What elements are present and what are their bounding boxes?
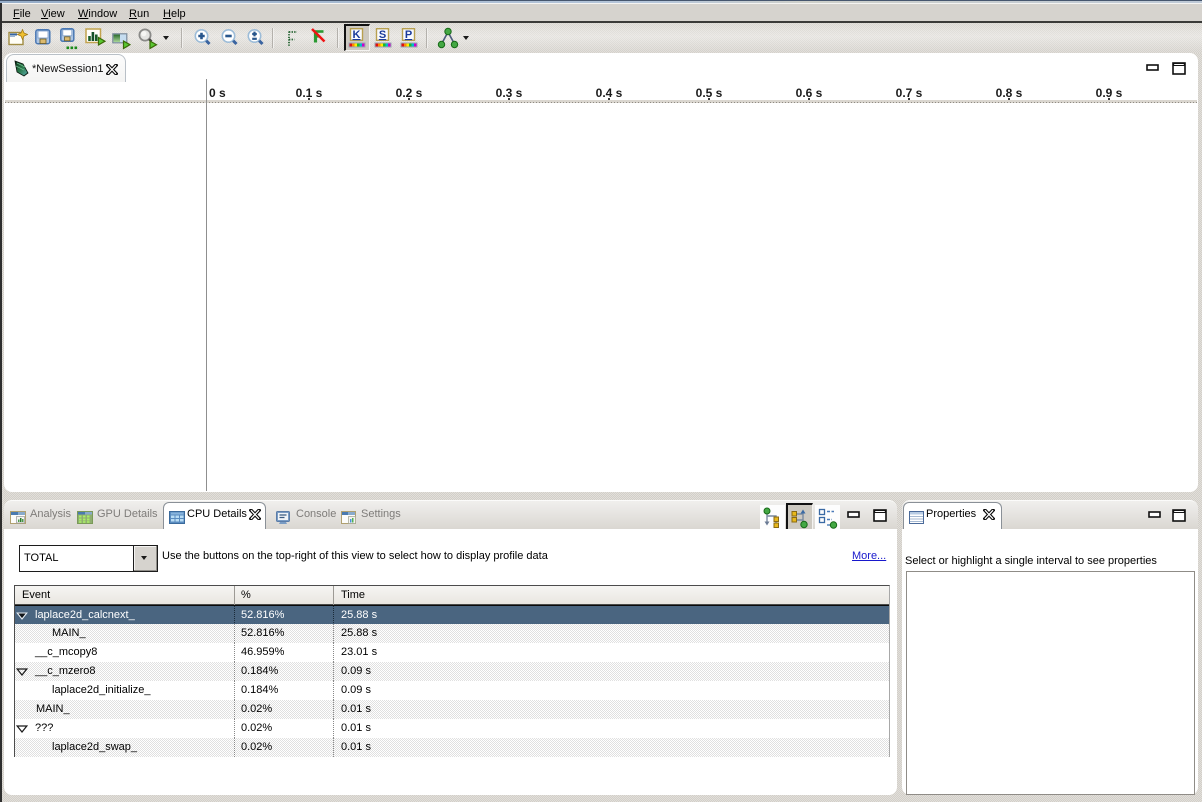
svg-text:P: P [405,29,412,41]
svg-text:K: K [353,29,361,41]
svg-text:S: S [379,29,386,41]
